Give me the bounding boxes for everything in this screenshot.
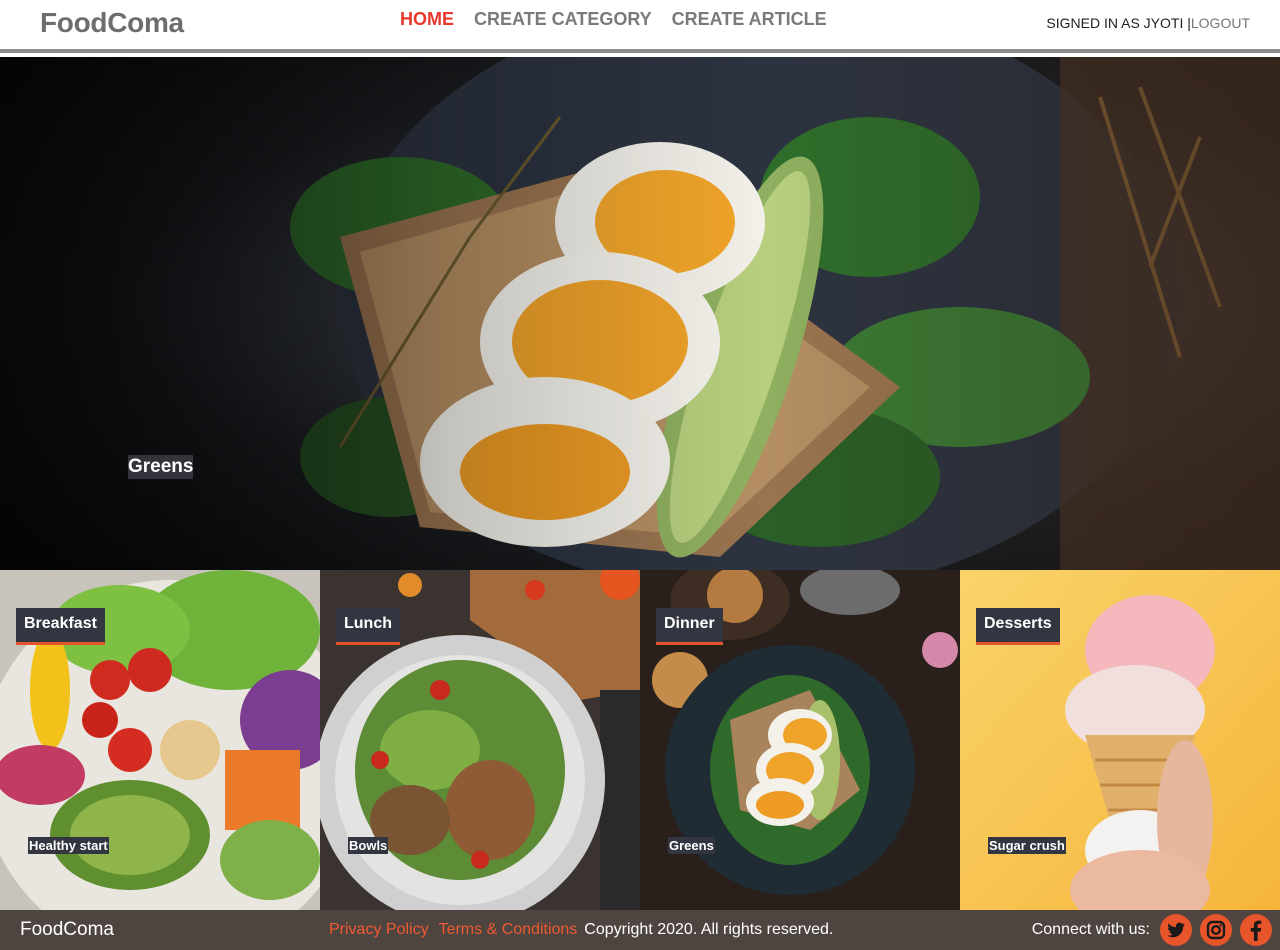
facebook-link[interactable] <box>1240 914 1272 946</box>
category-title[interactable]: Desserts <box>976 608 1060 645</box>
social-links: Connect with us: <box>1032 914 1272 946</box>
site-header: FoodComa HOME CREATE CATEGORY CREATE ART… <box>0 0 1280 53</box>
twitter-icon <box>1160 914 1192 946</box>
category-subtitle: Healthy start <box>28 837 109 854</box>
nav-create-article[interactable]: CREATE ARTICLE <box>672 9 827 30</box>
category-grid: Breakfast Healthy start Lunch Bowls Dinn… <box>0 570 1280 910</box>
category-card-desserts[interactable]: Desserts Sugar crush <box>960 570 1280 910</box>
hero-overlay <box>0 57 1280 570</box>
instagram-icon <box>1200 914 1232 946</box>
nav-create-category[interactable]: CREATE CATEGORY <box>474 9 652 30</box>
category-card-lunch[interactable]: Lunch Bowls <box>320 570 640 910</box>
category-title[interactable]: Breakfast <box>16 608 105 645</box>
facebook-icon <box>1240 914 1272 946</box>
instagram-link[interactable] <box>1200 914 1232 946</box>
signed-in-text: SIGNED IN AS JYOTI | <box>1046 15 1191 31</box>
nav-home[interactable]: HOME <box>400 9 454 30</box>
site-logo[interactable]: FoodComa <box>40 7 184 39</box>
twitter-link[interactable] <box>1160 914 1192 946</box>
copyright-text: Copyright 2020. All rights reserved. <box>584 921 834 938</box>
footer-links: Privacy Policy Terms & Conditions Copyri… <box>329 921 833 939</box>
category-title[interactable]: Dinner <box>656 608 723 645</box>
category-subtitle: Greens <box>668 837 715 854</box>
connect-label: Connect with us: <box>1031 921 1150 938</box>
footer-logo[interactable]: FoodComa <box>20 919 114 941</box>
site-footer: FoodComa Privacy Policy Terms & Conditio… <box>0 910 1280 950</box>
user-status: SIGNED IN AS JYOTI |LOGOUT <box>1046 15 1250 31</box>
terms-link[interactable]: Terms & Conditions <box>439 921 578 939</box>
main-nav: HOME CREATE CATEGORY CREATE ARTICLE <box>400 9 827 30</box>
category-card-breakfast[interactable]: Breakfast Healthy start <box>0 570 320 910</box>
privacy-policy-link[interactable]: Privacy Policy <box>329 921 429 939</box>
hero-banner[interactable]: Greens <box>0 57 1280 570</box>
logout-link[interactable]: LOGOUT <box>1191 15 1250 31</box>
category-subtitle: Bowls <box>348 837 389 854</box>
hero-caption[interactable]: Greens <box>128 455 194 479</box>
category-subtitle: Sugar crush <box>988 837 1066 854</box>
category-card-dinner[interactable]: Dinner Greens <box>640 570 960 910</box>
category-title[interactable]: Lunch <box>336 608 400 645</box>
